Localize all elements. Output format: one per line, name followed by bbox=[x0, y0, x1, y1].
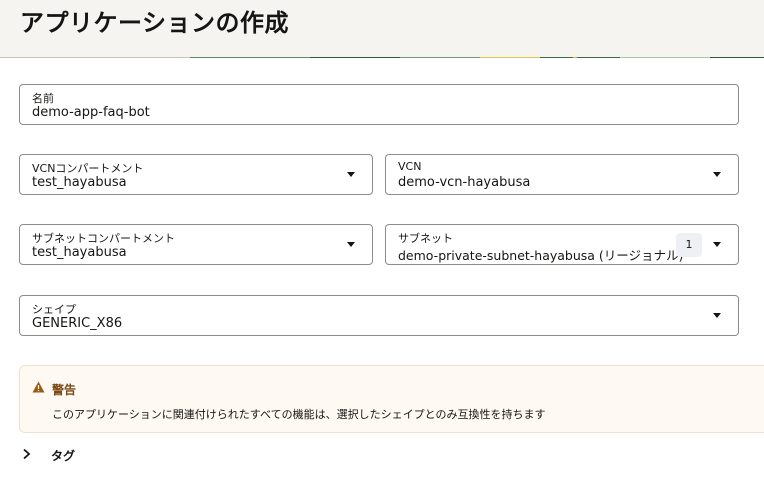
page-header: アプリケーションの作成 bbox=[0, 0, 764, 58]
subnet-compartment-label: サブネットコンパートメント bbox=[32, 232, 175, 245]
name-label: 名前 bbox=[32, 92, 54, 105]
vcn-compartment-select[interactable]: VCNコンパートメント test_hayabusa bbox=[19, 154, 373, 195]
warning-message: このアプリケーションに関連付けられたすべての機能は、選択したシェイプとのみ互換性… bbox=[52, 408, 546, 421]
subnet-compartment-value: test_hayabusa bbox=[32, 245, 127, 260]
subnet-value: demo-private-subnet-hayabusa (リージョナル) bbox=[398, 248, 684, 263]
shape-select[interactable]: シェイプ GENERIC_X86 bbox=[19, 295, 739, 336]
vcn-label: VCN bbox=[398, 160, 422, 173]
warning-banner: 警告 このアプリケーションに関連付けられたすべての機能は、選択したシェイプとのみ… bbox=[19, 365, 764, 433]
page-title: アプリケーションの作成 bbox=[20, 9, 290, 37]
chevron-right-icon[interactable] bbox=[22, 448, 31, 460]
vcn-select[interactable]: VCN demo-vcn-hayabusa bbox=[385, 154, 739, 195]
tags-label[interactable]: タグ bbox=[51, 447, 75, 464]
vcn-compartment-value: test_hayabusa bbox=[32, 175, 127, 190]
chevron-down-icon[interactable] bbox=[713, 313, 721, 318]
header-pattern-icon bbox=[0, 56, 764, 58]
vcn-compartment-label: VCNコンパートメント bbox=[32, 162, 144, 175]
subnet-select[interactable]: サブネット demo-private-subnet-hayabusa (リージョ… bbox=[385, 224, 739, 265]
vcn-value: demo-vcn-hayabusa bbox=[398, 175, 531, 190]
shape-label: シェイプ bbox=[32, 303, 76, 316]
shape-value: GENERIC_X86 bbox=[32, 316, 123, 331]
chevron-down-icon[interactable] bbox=[347, 172, 355, 177]
subnet-label: サブネット bbox=[398, 232, 453, 245]
name-field[interactable]: 名前 demo-app-faq-bot bbox=[19, 84, 739, 125]
header-decoration bbox=[0, 50, 764, 58]
chevron-down-icon[interactable] bbox=[347, 242, 355, 247]
chevron-down-icon[interactable] bbox=[713, 242, 721, 247]
chevron-down-icon[interactable] bbox=[713, 172, 721, 177]
subnet-count-badge: 1 bbox=[676, 233, 702, 257]
name-input[interactable]: demo-app-faq-bot bbox=[32, 105, 150, 120]
warning-triangle-icon bbox=[32, 381, 45, 393]
subnet-compartment-select[interactable]: サブネットコンパートメント test_hayabusa bbox=[19, 224, 373, 265]
warning-title: 警告 bbox=[52, 383, 77, 397]
